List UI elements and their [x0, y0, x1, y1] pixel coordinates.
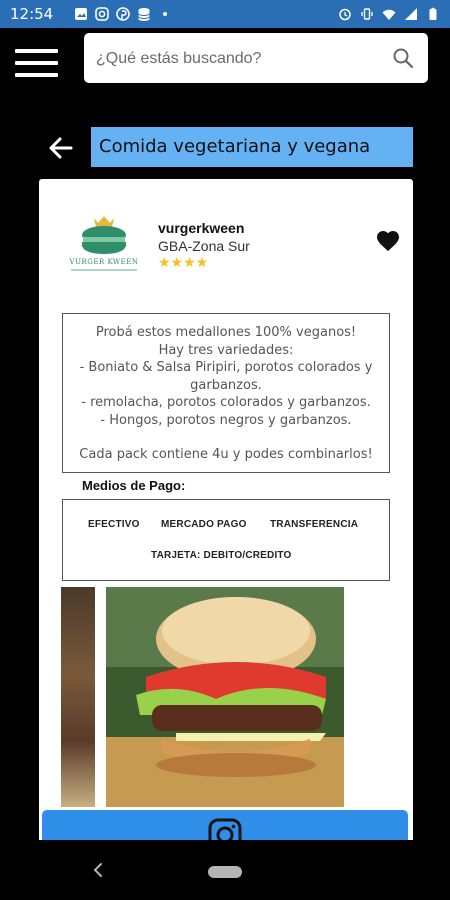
nav-back-icon[interactable]	[90, 861, 106, 879]
description-line: Hay tres variedades:	[158, 342, 294, 358]
search-bar[interactable]	[84, 33, 428, 83]
storage-icon	[138, 8, 150, 21]
burger-photo[interactable]	[106, 587, 344, 807]
payment-method: TARJETA: DEBITO/CREDITO	[151, 550, 292, 561]
menu-icon[interactable]	[15, 49, 59, 79]
battery-icon	[429, 7, 437, 20]
back-arrow-icon[interactable]	[46, 134, 74, 162]
alarm-icon	[339, 8, 351, 21]
payment-methods-box: EFECTIVO MERCADO PAGO TRANSFERENCIA TARJ…	[62, 499, 390, 581]
heart-icon[interactable]	[376, 230, 400, 252]
seller-zone: GBA-Zona Sur	[158, 238, 250, 254]
description-line: - Boniato & Salsa Piripiri, porotos colo…	[79, 360, 373, 393]
rating-stars: ★★★★	[158, 254, 209, 270]
payment-method: TRANSFERENCIA	[270, 519, 359, 530]
search-icon[interactable]	[392, 47, 414, 69]
dot-icon	[163, 12, 167, 16]
seller-name[interactable]: vurgerkween	[158, 220, 244, 236]
description-line: Probá estos medallones 100% veganos!	[95, 325, 357, 340]
search-input[interactable]	[94, 43, 378, 75]
wifi-icon	[382, 9, 396, 20]
seller-logo: VURGER KWEEN	[69, 216, 139, 271]
status-time: 12:54	[10, 5, 54, 23]
vibrate-icon	[361, 8, 373, 20]
payment-method: EFECTIVO	[88, 519, 140, 530]
description-line: - remolacha, porotos colorados y garbanz…	[81, 395, 371, 410]
description-line: - Hongos, porotos negros y garbanzos.	[100, 412, 352, 428]
product-card: VURGER KWEEN vurgerkween GBA-Zona Sur ★★…	[39, 179, 413, 859]
payment-method: MERCADO PAGO	[161, 519, 247, 530]
status-bar: 12:54	[0, 0, 450, 28]
image-icon	[75, 8, 87, 20]
description-box: Probá estos medallones 100% veganos! Hay…	[62, 313, 390, 473]
nav-home-button[interactable]	[208, 866, 242, 878]
gallery-photo-previous[interactable]	[61, 587, 95, 807]
instagram-icon	[95, 7, 109, 21]
description-line: Cada pack contiene 4u y podes combinarlo…	[79, 447, 373, 462]
signal-icon	[405, 8, 417, 20]
payment-title: Medios de Pago:	[82, 478, 186, 493]
category-title: Comida vegetariana y vegana	[91, 127, 413, 167]
pinterest-icon	[116, 7, 130, 21]
svg-text:VURGER KWEEN: VURGER KWEEN	[69, 258, 139, 266]
